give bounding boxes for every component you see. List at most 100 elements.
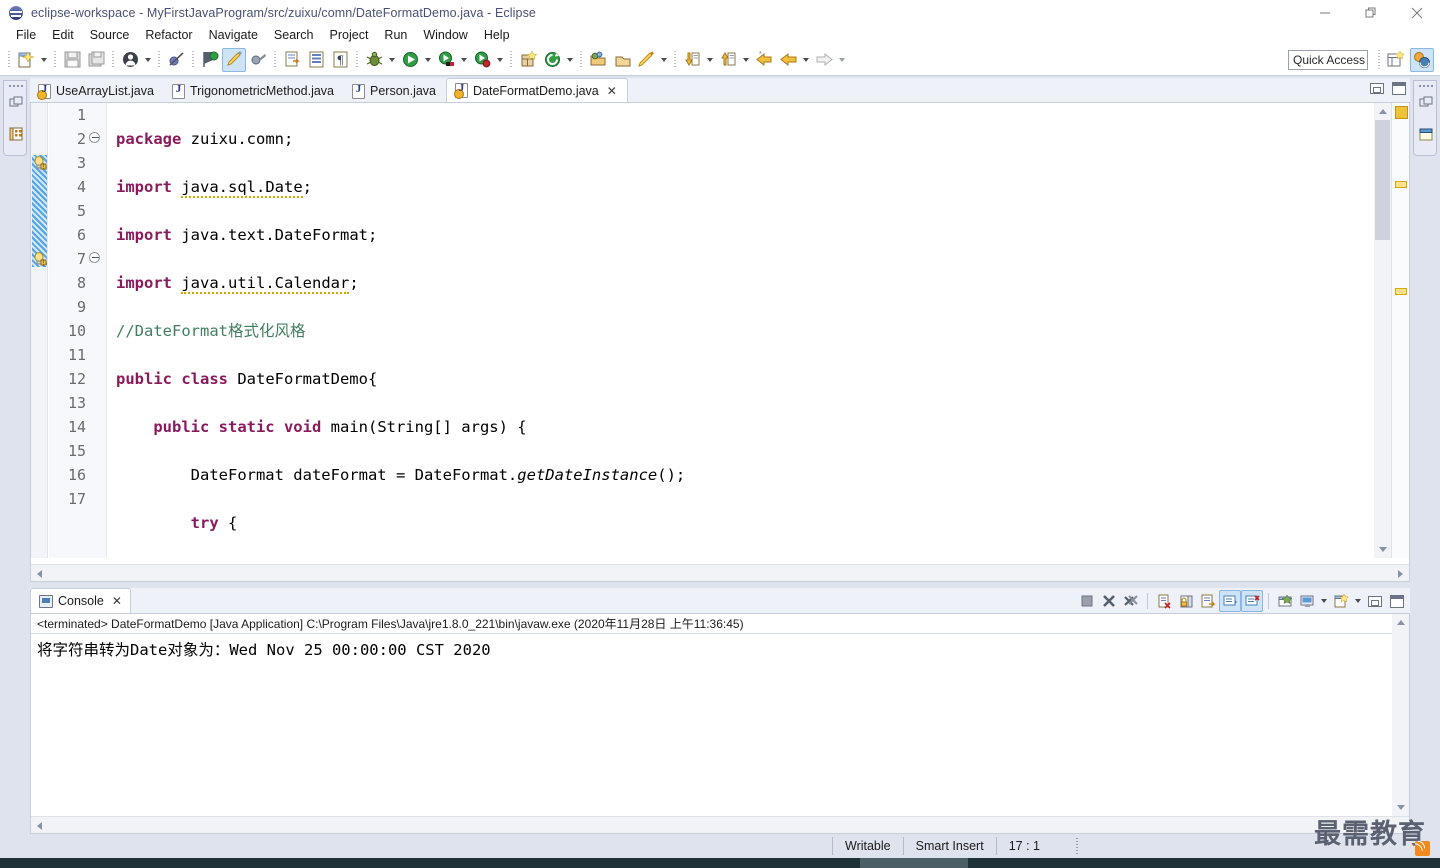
menu-run[interactable]: Run <box>376 27 415 43</box>
editor-overview-ruler[interactable] <box>1391 103 1409 558</box>
warning-lightbulb-icon[interactable]: ! <box>33 156 47 170</box>
drag-grip-icon[interactable] <box>1418 84 1434 88</box>
run-icon[interactable] <box>398 48 422 72</box>
java-perspective-icon[interactable] <box>1410 48 1434 72</box>
scroll-right-icon[interactable] <box>1392 565 1409 582</box>
new-wizard-dropdown-icon[interactable] <box>38 48 50 72</box>
show-console-on-output-icon[interactable] <box>1219 590 1241 612</box>
debug-dropdown-icon[interactable] <box>386 48 398 72</box>
new-class-dropdown-icon[interactable] <box>564 48 576 72</box>
menu-edit[interactable]: Edit <box>44 27 82 43</box>
debug-icon[interactable] <box>362 48 386 72</box>
previous-annotation-dropdown-icon[interactable] <box>740 48 752 72</box>
open-type-hierarchy-icon[interactable] <box>586 48 610 72</box>
package-explorer-icon[interactable] <box>8 126 24 142</box>
editor-tab-dateformatdemo[interactable]: DateFormatDemo.java ✕ <box>446 78 628 102</box>
console-output-text[interactable]: 将字符串转为Date对象为：Wed Nov 25 00:00:00 CST 20… <box>37 638 1389 660</box>
restore-button[interactable] <box>1348 0 1394 26</box>
console-minimize-icon[interactable] <box>1364 590 1386 612</box>
new-class-icon[interactable] <box>540 48 564 72</box>
save-icon[interactable] <box>60 48 84 72</box>
menu-file[interactable]: File <box>8 27 44 43</box>
editor-minimize-icon[interactable] <box>1370 83 1384 94</box>
scroll-lock-icon[interactable] <box>1175 590 1197 612</box>
editor-vertical-scrollbar[interactable] <box>1374 103 1391 558</box>
back-dropdown-icon[interactable] <box>800 48 812 72</box>
scroll-left-icon[interactable] <box>31 565 48 582</box>
open-console-icon[interactable] <box>1330 590 1352 612</box>
forward-icon[interactable] <box>812 48 836 72</box>
user-icon[interactable] <box>118 48 142 72</box>
remove-all-launches-icon[interactable] <box>1120 590 1142 612</box>
restore-view-icon[interactable] <box>1418 95 1434 111</box>
scrollbar-thumb[interactable] <box>1375 120 1390 240</box>
overview-warning-mark[interactable] <box>1395 288 1407 295</box>
minimize-button[interactable] <box>1302 0 1348 26</box>
fold-collapse-icon[interactable] <box>89 132 102 145</box>
console-horizontal-scrollbar[interactable] <box>31 816 1409 833</box>
display-selected-console-icon[interactable] <box>1296 590 1318 612</box>
console-tab[interactable]: Console ✕ <box>30 588 131 613</box>
menu-project[interactable]: Project <box>322 27 377 43</box>
menu-source[interactable]: Source <box>82 27 138 43</box>
forward-dropdown-icon[interactable] <box>836 48 848 72</box>
console-tab-close-icon[interactable]: ✕ <box>112 595 122 607</box>
status-resize-grip[interactable] <box>1075 838 1078 854</box>
menu-search[interactable]: Search <box>266 27 322 43</box>
previous-annotation-icon[interactable] <box>716 48 740 72</box>
console-vertical-scrollbar[interactable] <box>1392 614 1409 816</box>
editor-tab-trigonometricmethod[interactable]: TrigonometricMethod.java <box>164 80 344 102</box>
overview-warning-mark[interactable] <box>1395 181 1407 188</box>
word-wrap-icon[interactable] <box>1197 590 1219 612</box>
outline-view-icon[interactable] <box>1418 126 1434 142</box>
run-dropdown-icon[interactable] <box>422 48 434 72</box>
close-button[interactable] <box>1394 0 1440 26</box>
last-edit-icon[interactable]: * <box>752 48 776 72</box>
search-icon[interactable] <box>610 48 634 72</box>
editor-tab-usearraylist[interactable]: UseArrayList.java <box>30 80 164 102</box>
resume-icon[interactable] <box>198 48 222 72</box>
pencil-dropdown-icon[interactable] <box>658 48 670 72</box>
pin-console-icon[interactable] <box>1274 590 1296 612</box>
fold-collapse-icon[interactable] <box>89 252 102 265</box>
pencil-icon[interactable] <box>634 48 658 72</box>
editor-tab-person[interactable]: Person.java <box>344 80 446 102</box>
menu-help[interactable]: Help <box>476 27 518 43</box>
terminate-icon[interactable] <box>1076 590 1098 612</box>
next-annotation-dropdown-icon[interactable] <box>704 48 716 72</box>
scroll-up-icon[interactable] <box>1392 614 1409 631</box>
editor-horizontal-scrollbar[interactable] <box>31 564 1409 581</box>
scroll-up-icon[interactable] <box>1374 103 1391 120</box>
pilcrow-icon[interactable]: ¶ <box>328 48 352 72</box>
show-console-on-error-icon[interactable] <box>1241 590 1263 612</box>
menu-navigate[interactable]: Navigate <box>201 27 266 43</box>
editor-source-text[interactable]: package zuixu.comn; import java.sql.Date… <box>108 103 1373 558</box>
restore-view-icon[interactable] <box>8 95 24 111</box>
external-tools-dropdown-icon[interactable] <box>494 48 506 72</box>
drag-grip-icon[interactable] <box>8 84 24 88</box>
next-annotation-icon[interactable] <box>680 48 704 72</box>
open-perspective-icon[interactable] <box>1384 48 1408 72</box>
remove-launch-icon[interactable] <box>1098 590 1120 612</box>
menu-window[interactable]: Window <box>415 27 475 43</box>
menu-refactor[interactable]: Refactor <box>137 27 200 43</box>
save-all-icon[interactable] <box>84 48 108 72</box>
coverage-icon[interactable] <box>434 48 458 72</box>
scroll-down-icon[interactable] <box>1374 541 1391 558</box>
new-package-icon[interactable] <box>516 48 540 72</box>
back-icon[interactable] <box>776 48 800 72</box>
scroll-left-icon[interactable] <box>31 817 48 834</box>
build-icon[interactable] <box>246 48 270 72</box>
warning-lightbulb-icon[interactable]: ! <box>33 252 47 266</box>
open-type-icon[interactable] <box>304 48 328 72</box>
open-task-icon[interactable] <box>280 48 304 72</box>
user-dropdown-icon[interactable] <box>142 48 154 72</box>
editor-tab-close-icon[interactable]: ✕ <box>607 85 617 97</box>
quick-access-input[interactable]: Quick Access <box>1288 50 1368 70</box>
editor-maximize-icon[interactable] <box>1392 82 1406 95</box>
console-maximize-icon[interactable] <box>1386 590 1408 612</box>
skip-breakpoints-icon[interactable] <box>164 48 188 72</box>
editor-marker-ruler[interactable]: ! ! <box>31 103 48 558</box>
open-console-dropdown-icon[interactable] <box>1352 589 1364 613</box>
external-tools-icon[interactable] <box>470 48 494 72</box>
